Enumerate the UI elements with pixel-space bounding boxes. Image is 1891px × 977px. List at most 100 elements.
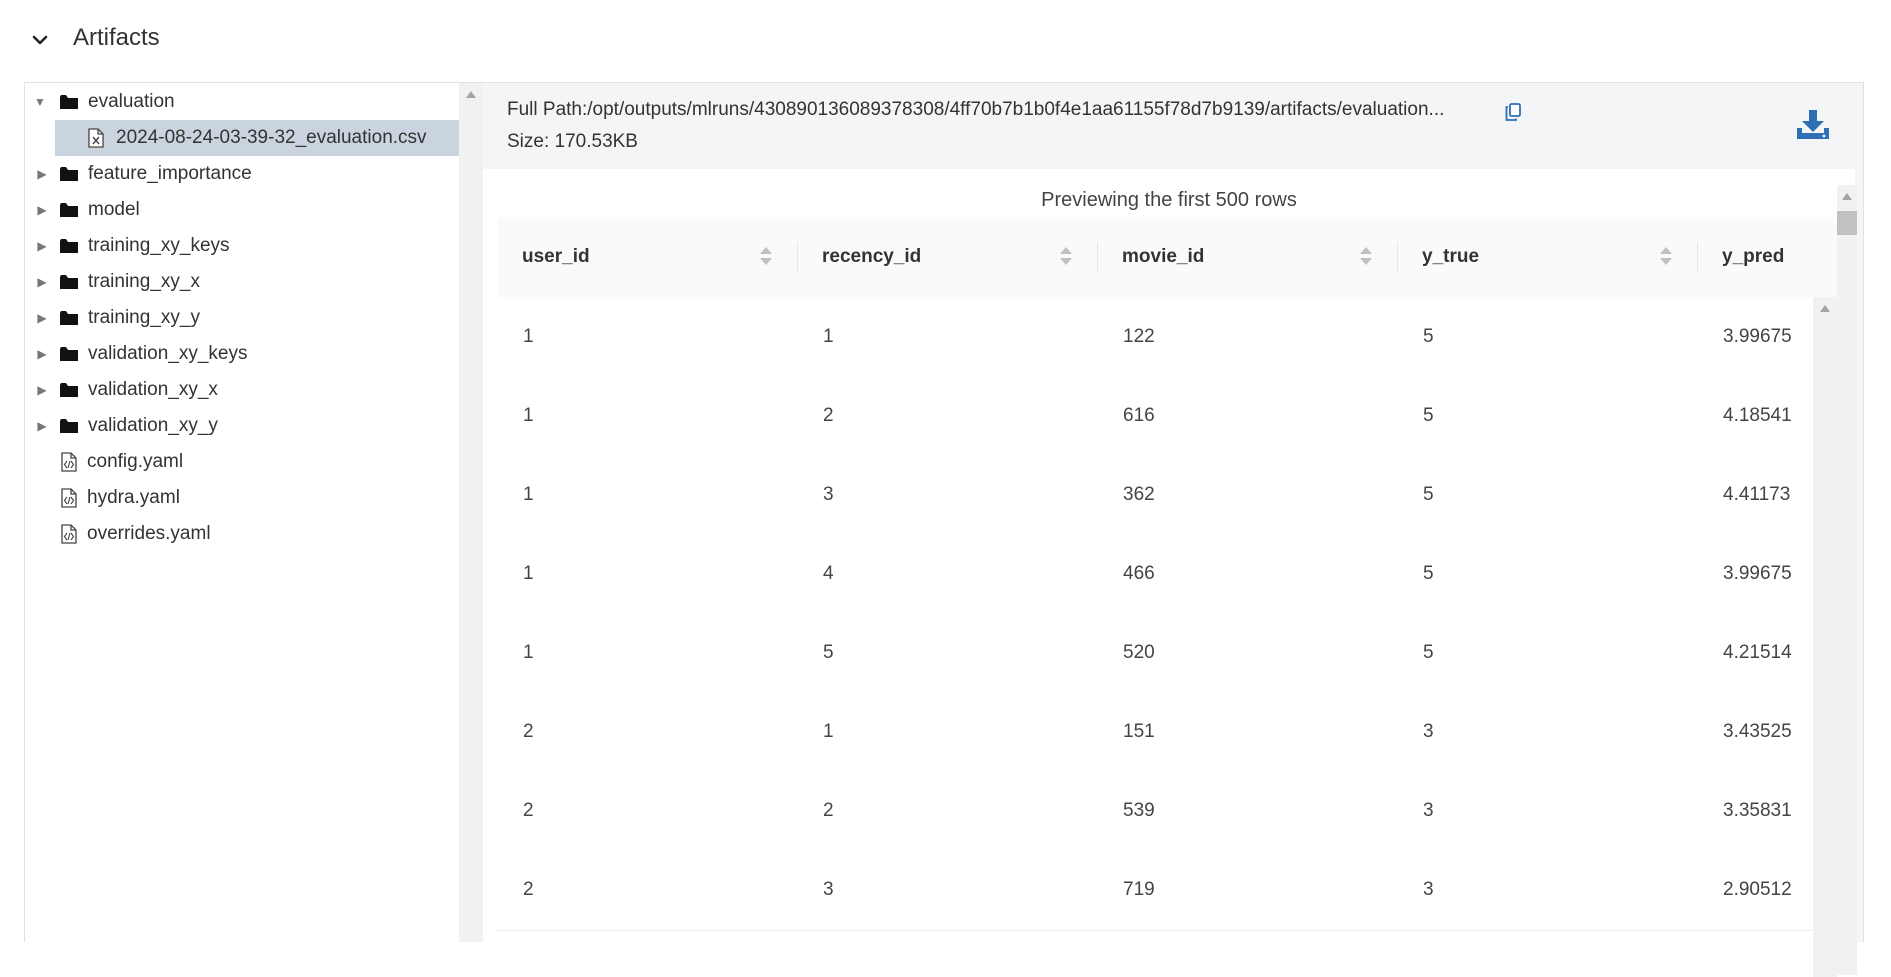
caret-right-icon[interactable]: ▶ [35, 347, 49, 361]
folder-icon [60, 95, 78, 109]
cell-y-true: 5 [1423, 484, 1434, 505]
column-header-label: movie_id [1122, 246, 1205, 267]
tree-item-validation-xy-keys[interactable]: ▶ validation_xy_keys [25, 336, 459, 372]
cell-recency-id: 1 [823, 721, 834, 742]
cell-movie-id: 616 [1123, 405, 1155, 426]
table-row[interactable]: 1 3 362 5 4.41173 [497, 455, 1837, 536]
tree-item-training-xy-x[interactable]: ▶ training_xy_x [25, 264, 459, 300]
scroll-up-arrow-icon[interactable] [1820, 305, 1830, 312]
tree-item-validation-xy-y[interactable]: ▶ validation_xy_y [25, 408, 459, 444]
full-path-text: Full Path:/opt/outputs/mlruns/4308901360… [507, 99, 1445, 120]
column-header-label: y_pred [1722, 246, 1785, 267]
cell-y-true: 3 [1423, 879, 1434, 900]
artifact-viewer: Full Path:/opt/outputs/mlruns/4308901360… [483, 83, 1863, 977]
folder-icon [60, 419, 78, 433]
cell-movie-id: 520 [1123, 642, 1155, 663]
cell-movie-id: 466 [1123, 563, 1155, 584]
table-row[interactable]: 2 1 151 3 3.43525 [497, 692, 1837, 773]
caret-right-icon[interactable]: ▶ [35, 275, 49, 289]
tree-item-model[interactable]: ▶ model [25, 192, 459, 228]
section-title: Artifacts [73, 24, 160, 51]
table-row[interactable]: 1 5 520 5 4.21514 [497, 613, 1837, 694]
artifact-panel: ▼ evaluation 2024-08-24-03-39-32_evaluat… [24, 82, 1864, 977]
tree-item-label: hydra.yaml [87, 487, 180, 508]
folder-icon [60, 167, 78, 181]
column-header-label: user_id [522, 246, 590, 267]
folder-icon [60, 203, 78, 217]
table-row[interactable]: 1 4 466 5 3.99675 [497, 534, 1837, 615]
cell-recency-id: 1 [823, 326, 834, 347]
caret-right-icon[interactable]: ▶ [35, 311, 49, 325]
caret-down-icon[interactable]: ▼ [33, 95, 47, 109]
sort-icon[interactable] [1659, 245, 1673, 267]
tree-item-evaluation-csv[interactable]: 2024-08-24-03-39-32_evaluation.csv [55, 120, 459, 156]
scrollbar-thumb[interactable] [1837, 211, 1857, 235]
cell-y-pred: 4.21514 [1723, 642, 1792, 663]
tree-item-label: validation_xy_y [88, 415, 218, 436]
tree-item-config-yaml[interactable]: config.yaml [25, 444, 459, 480]
sort-icon[interactable] [759, 245, 773, 267]
cell-y-pred: 3.35831 [1723, 800, 1792, 821]
download-icon[interactable] [1796, 109, 1830, 141]
tree-item-validation-xy-x[interactable]: ▶ validation_xy_x [25, 372, 459, 408]
tree-item-training-xy-y[interactable]: ▶ training_xy_y [25, 300, 459, 336]
copy-icon[interactable] [1505, 103, 1521, 121]
column-header-recency-id[interactable]: recency_id [797, 217, 1097, 297]
table-row[interactable]: 1 1 122 5 3.99675 [497, 297, 1837, 378]
tree-scrollbar[interactable] [459, 83, 483, 942]
csv-preview-card: Previewing the first 500 rows user_id re… [483, 169, 1857, 977]
tree-item-label: training_xy_keys [88, 235, 230, 256]
table-row[interactable]: 2 2 539 3 3.35831 [497, 771, 1837, 852]
sort-icon[interactable] [1359, 245, 1373, 267]
scroll-up-arrow-icon[interactable] [1842, 193, 1852, 200]
table-header: user_id recency_id movie_id y_true y_pre… [497, 217, 1837, 298]
column-header-y-true[interactable]: y_true [1397, 217, 1697, 297]
tree-item-label: validation_xy_x [88, 379, 218, 400]
csv-file-icon [88, 128, 104, 148]
column-header-y-pred[interactable]: y_pred [1697, 217, 1837, 297]
cell-movie-id: 539 [1123, 800, 1155, 821]
tree-item-overrides-yaml[interactable]: overrides.yaml [25, 516, 459, 552]
caret-right-icon[interactable]: ▶ [35, 419, 49, 433]
tree-item-hydra-yaml[interactable]: hydra.yaml [25, 480, 459, 516]
csv-preview-table: user_id recency_id movie_id y_true y_pre… [497, 217, 1837, 977]
cell-y-pred: 3.43525 [1723, 721, 1792, 742]
caret-right-icon[interactable]: ▶ [35, 203, 49, 217]
table-row[interactable]: 2 3 719 3 2.90512 [497, 850, 1837, 931]
table-vertical-scrollbar[interactable] [1813, 297, 1837, 977]
tree-item-evaluation[interactable]: ▼ evaluation [25, 84, 459, 120]
scroll-up-arrow-icon[interactable] [466, 91, 476, 98]
folder-icon [60, 311, 78, 325]
caret-right-icon[interactable]: ▶ [35, 167, 49, 181]
file-size-text: Size: 170.53KB [507, 131, 638, 152]
artifacts-section-header[interactable]: Artifacts [0, 0, 1891, 80]
cell-movie-id: 151 [1123, 721, 1155, 742]
caret-right-icon[interactable]: ▶ [35, 239, 49, 253]
cell-y-true: 3 [1423, 721, 1434, 742]
tree-item-feature-importance[interactable]: ▶ feature_importance [25, 156, 459, 192]
chevron-down-icon[interactable] [30, 30, 50, 50]
column-header-label: y_true [1422, 246, 1480, 267]
cell-movie-id: 122 [1123, 326, 1155, 347]
column-header-label: recency_id [822, 246, 922, 267]
cell-recency-id: 3 [823, 484, 834, 505]
sort-icon[interactable] [1059, 245, 1073, 267]
caret-right-icon[interactable]: ▶ [35, 383, 49, 397]
tree-item-label: 2024-08-24-03-39-32_evaluation.csv [116, 127, 427, 148]
table-row[interactable]: 1 2 616 5 4.18541 [497, 376, 1837, 457]
cell-y-true: 5 [1423, 326, 1434, 347]
code-file-icon [61, 524, 77, 544]
cell-user-id: 2 [523, 721, 534, 742]
code-file-icon [61, 488, 77, 508]
preview-scrollbar[interactable] [1837, 185, 1857, 975]
artifact-file-tree: ▼ evaluation 2024-08-24-03-39-32_evaluat… [25, 83, 459, 942]
tree-item-label: overrides.yaml [87, 523, 211, 544]
cell-user-id: 2 [523, 800, 534, 821]
cell-y-pred: 4.18541 [1723, 405, 1792, 426]
tree-item-training-xy-keys[interactable]: ▶ training_xy_keys [25, 228, 459, 264]
cell-movie-id: 362 [1123, 484, 1155, 505]
tree-item-label: config.yaml [87, 451, 184, 472]
cell-user-id: 2 [523, 879, 534, 900]
column-header-movie-id[interactable]: movie_id [1097, 217, 1397, 297]
column-header-user-id[interactable]: user_id [497, 217, 797, 297]
